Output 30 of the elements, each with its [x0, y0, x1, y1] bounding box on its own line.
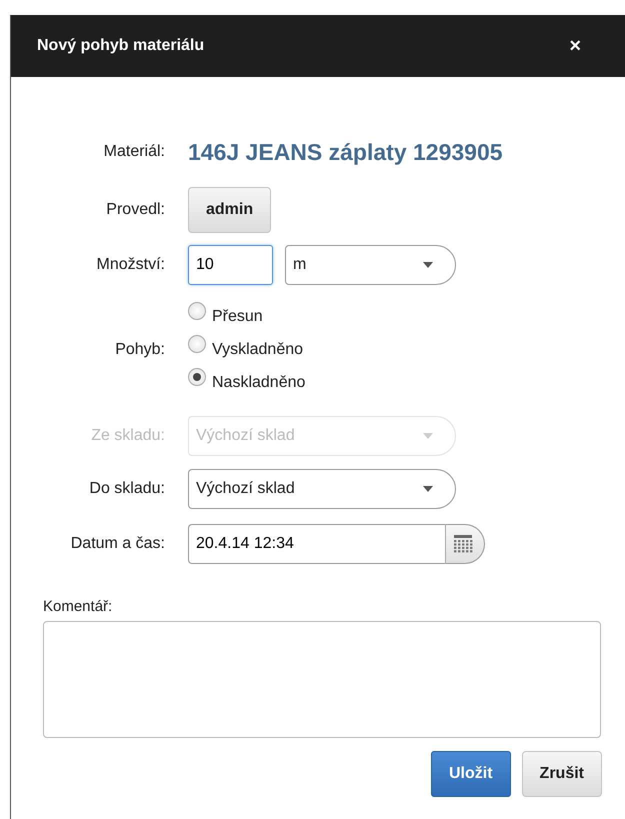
- dialog-title: Nový pohyb materiálu: [37, 36, 204, 56]
- caret-icon: [423, 486, 433, 492]
- field-label: Materiál:: [102, 142, 165, 162]
- dropdown[interactable]: m: [285, 244, 456, 284]
- radio-label: Vyskladněno: [212, 340, 304, 360]
- field-label: Do skladu:: [88, 478, 165, 498]
- calendar-button[interactable]: [445, 524, 485, 564]
- user-button[interactable]: admin: [188, 187, 272, 233]
- quantity-field[interactable]: 10: [188, 244, 273, 284]
- radio-label: Přesun: [212, 307, 263, 327]
- date-field[interactable]: 20.4.14 12:34: [188, 524, 445, 564]
- cancel-button[interactable]: Zrušit: [522, 750, 602, 796]
- field-label: Pohyb:: [114, 340, 165, 360]
- radio-label: Naskladněno: [212, 373, 306, 393]
- calendar-icon: [453, 535, 473, 553]
- field-label: Datum a čas:: [70, 534, 165, 554]
- caret-icon: [423, 262, 433, 268]
- comment-field[interactable]: [43, 620, 601, 738]
- field-label: Provedl:: [105, 200, 165, 220]
- close-button[interactable]: ×: [567, 36, 583, 56]
- caret-icon: [423, 432, 433, 438]
- save-button[interactable]: Uložit: [431, 750, 511, 796]
- field-label: Ze skladu:: [90, 426, 165, 446]
- radio-button[interactable]: [188, 302, 206, 320]
- material-name: 146J JEANS záplaty 1293905: [188, 138, 503, 167]
- dropdown[interactable]: Výchozí sklad: [188, 468, 456, 508]
- radio-button[interactable]: [188, 335, 206, 353]
- radio-button[interactable]: [188, 368, 206, 386]
- field-label: Množství:: [96, 254, 165, 274]
- field-label: Komentář:: [43, 597, 114, 617]
